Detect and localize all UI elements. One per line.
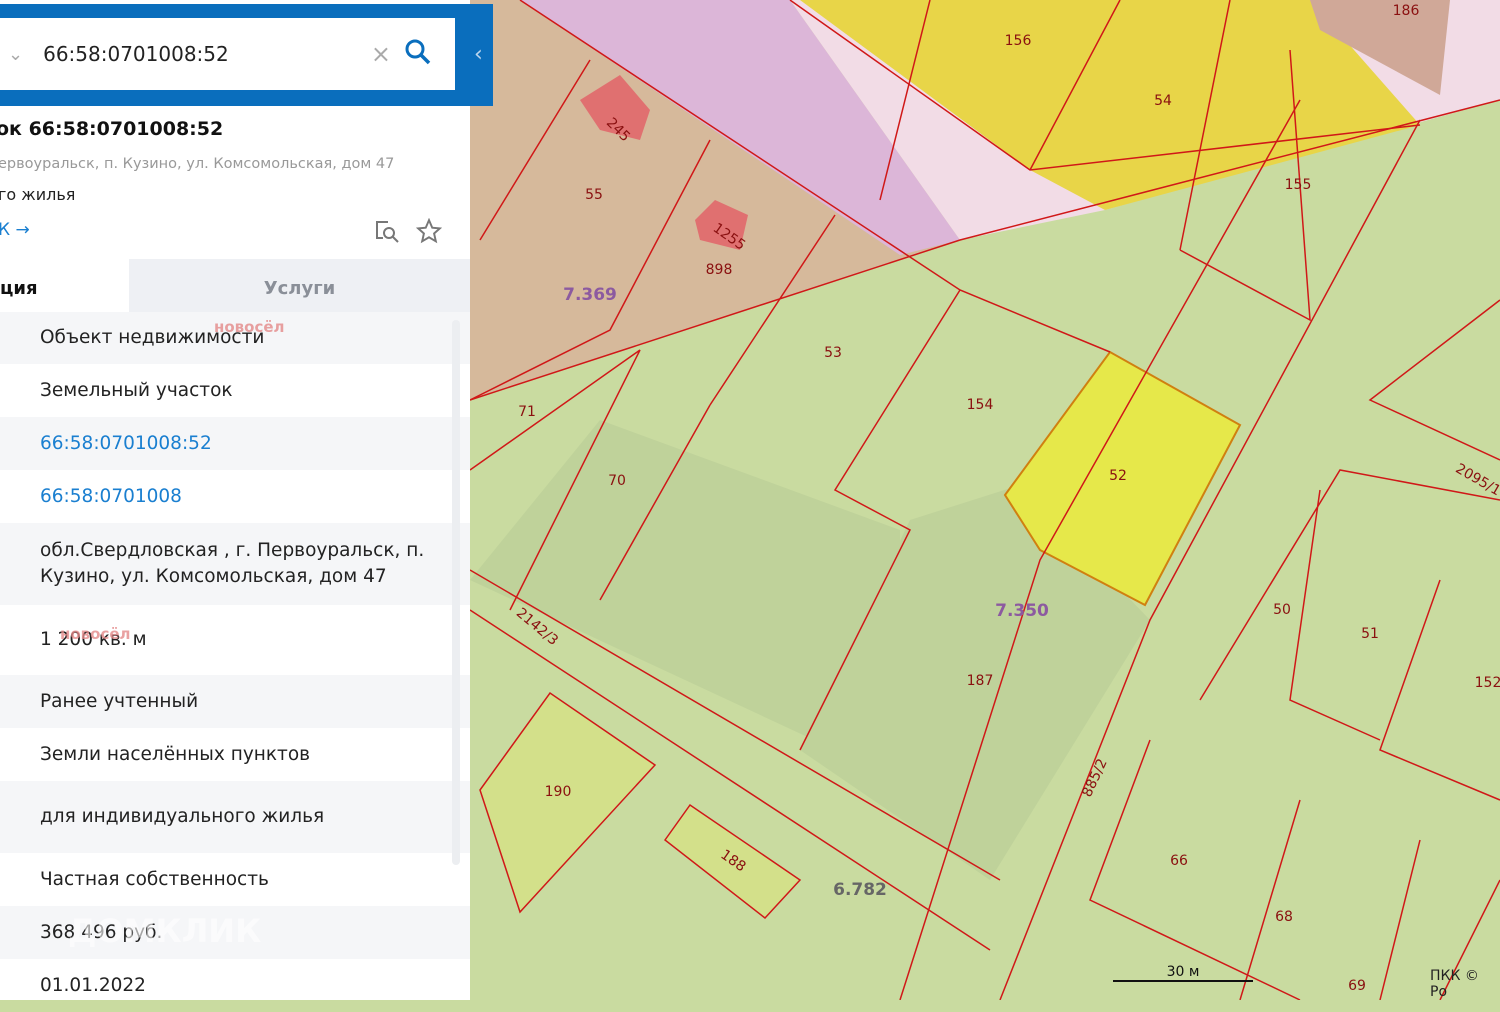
detail-value: обл.Свердловская , г. Первоуральск, п. К…	[40, 540, 425, 587]
tab-services[interactable]: Услуги	[129, 259, 470, 317]
property-details: Объект недвижимости Земельный участок 66…	[0, 312, 470, 1012]
svg-text:152: 152	[1475, 675, 1500, 691]
page-title: ок 66:58:0701008:52	[0, 118, 224, 140]
svg-text:69: 69	[1348, 978, 1366, 994]
map-attribution: ПКК © Ро	[1430, 968, 1479, 1000]
svg-text:50: 50	[1273, 602, 1291, 618]
novosel-watermark: новосёл	[60, 625, 131, 643]
detail-row: 01.01.2022	[0, 959, 470, 1012]
svg-text:66: 66	[1170, 853, 1188, 869]
svg-text:7.369: 7.369	[563, 285, 617, 305]
svg-text:71: 71	[518, 404, 536, 420]
permitted-use: го жилья	[0, 185, 76, 204]
cadastral-number-link[interactable]: 66:58:0701008:52	[40, 431, 212, 457]
detail-value: 01.01.2022	[40, 974, 146, 996]
detail-value: Земли населённых пунктов	[40, 743, 311, 765]
map-search-icon[interactable]	[374, 218, 400, 248]
tab-info[interactable]: ция	[0, 259, 129, 317]
detail-value: Земельный участок	[40, 379, 233, 401]
svg-text:6.782: 6.782	[833, 880, 887, 900]
svg-text:898: 898	[706, 262, 733, 278]
info-panel: ⌄ 66:58:0701008:52 × ‹ ок 66:58:0701008:…	[0, 0, 493, 1000]
detail-row: Частная собственность	[0, 853, 470, 906]
address: ервоуральск, п. Кузино, ул. Комсомольска…	[0, 156, 395, 172]
domclick-watermark: ДОМКЛИК	[68, 912, 262, 950]
detail-row: обл.Свердловская , г. Первоуральск, п. К…	[0, 523, 470, 605]
search-field[interactable]: ⌄ 66:58:0701008:52 ×	[0, 18, 455, 90]
detail-value: Частная собственность	[40, 868, 269, 890]
svg-text:190: 190	[545, 784, 572, 800]
svg-text:54: 54	[1154, 93, 1172, 109]
svg-text:186: 186	[1393, 3, 1420, 19]
svg-text:7.350: 7.350	[995, 601, 1049, 621]
svg-text:154: 154	[967, 397, 994, 413]
chevron-down-icon[interactable]: ⌄	[8, 44, 23, 65]
svg-text:53: 53	[824, 345, 842, 361]
scrollbar[interactable]	[452, 320, 460, 865]
map-scale: 30 м	[1113, 964, 1253, 982]
detail-row: 66:58:0701008	[0, 470, 470, 523]
detail-row: для индивидуального жилья	[0, 781, 470, 853]
star-icon[interactable]	[415, 217, 443, 248]
detail-row: Земли населённых пунктов	[0, 728, 470, 781]
svg-text:55: 55	[585, 187, 603, 203]
svg-text:187: 187	[967, 673, 994, 689]
svg-text:156: 156	[1005, 33, 1032, 49]
search-icon[interactable]	[405, 39, 431, 69]
detail-row: 66:58:0701008:52	[0, 417, 470, 470]
svg-text:70: 70	[608, 473, 626, 489]
svg-text:68: 68	[1275, 909, 1293, 925]
detail-value: Ранее учтенный	[40, 690, 199, 712]
svg-text:155: 155	[1285, 177, 1312, 193]
novosel-watermark: новосёл	[214, 318, 285, 336]
search-input[interactable]: 66:58:0701008:52	[43, 42, 371, 66]
detail-value: для индивидуального жилья	[40, 806, 325, 827]
quarter-link[interactable]: 66:58:0701008	[40, 484, 182, 510]
detail-row: Ранее учтенный	[0, 675, 470, 728]
details-link[interactable]: К →	[0, 220, 30, 240]
close-icon[interactable]: ×	[371, 40, 391, 68]
svg-text:51: 51	[1361, 626, 1379, 642]
chevron-left-icon[interactable]: ‹	[474, 42, 483, 67]
svg-text:52: 52	[1109, 468, 1127, 484]
detail-row: Земельный участок	[0, 364, 470, 417]
